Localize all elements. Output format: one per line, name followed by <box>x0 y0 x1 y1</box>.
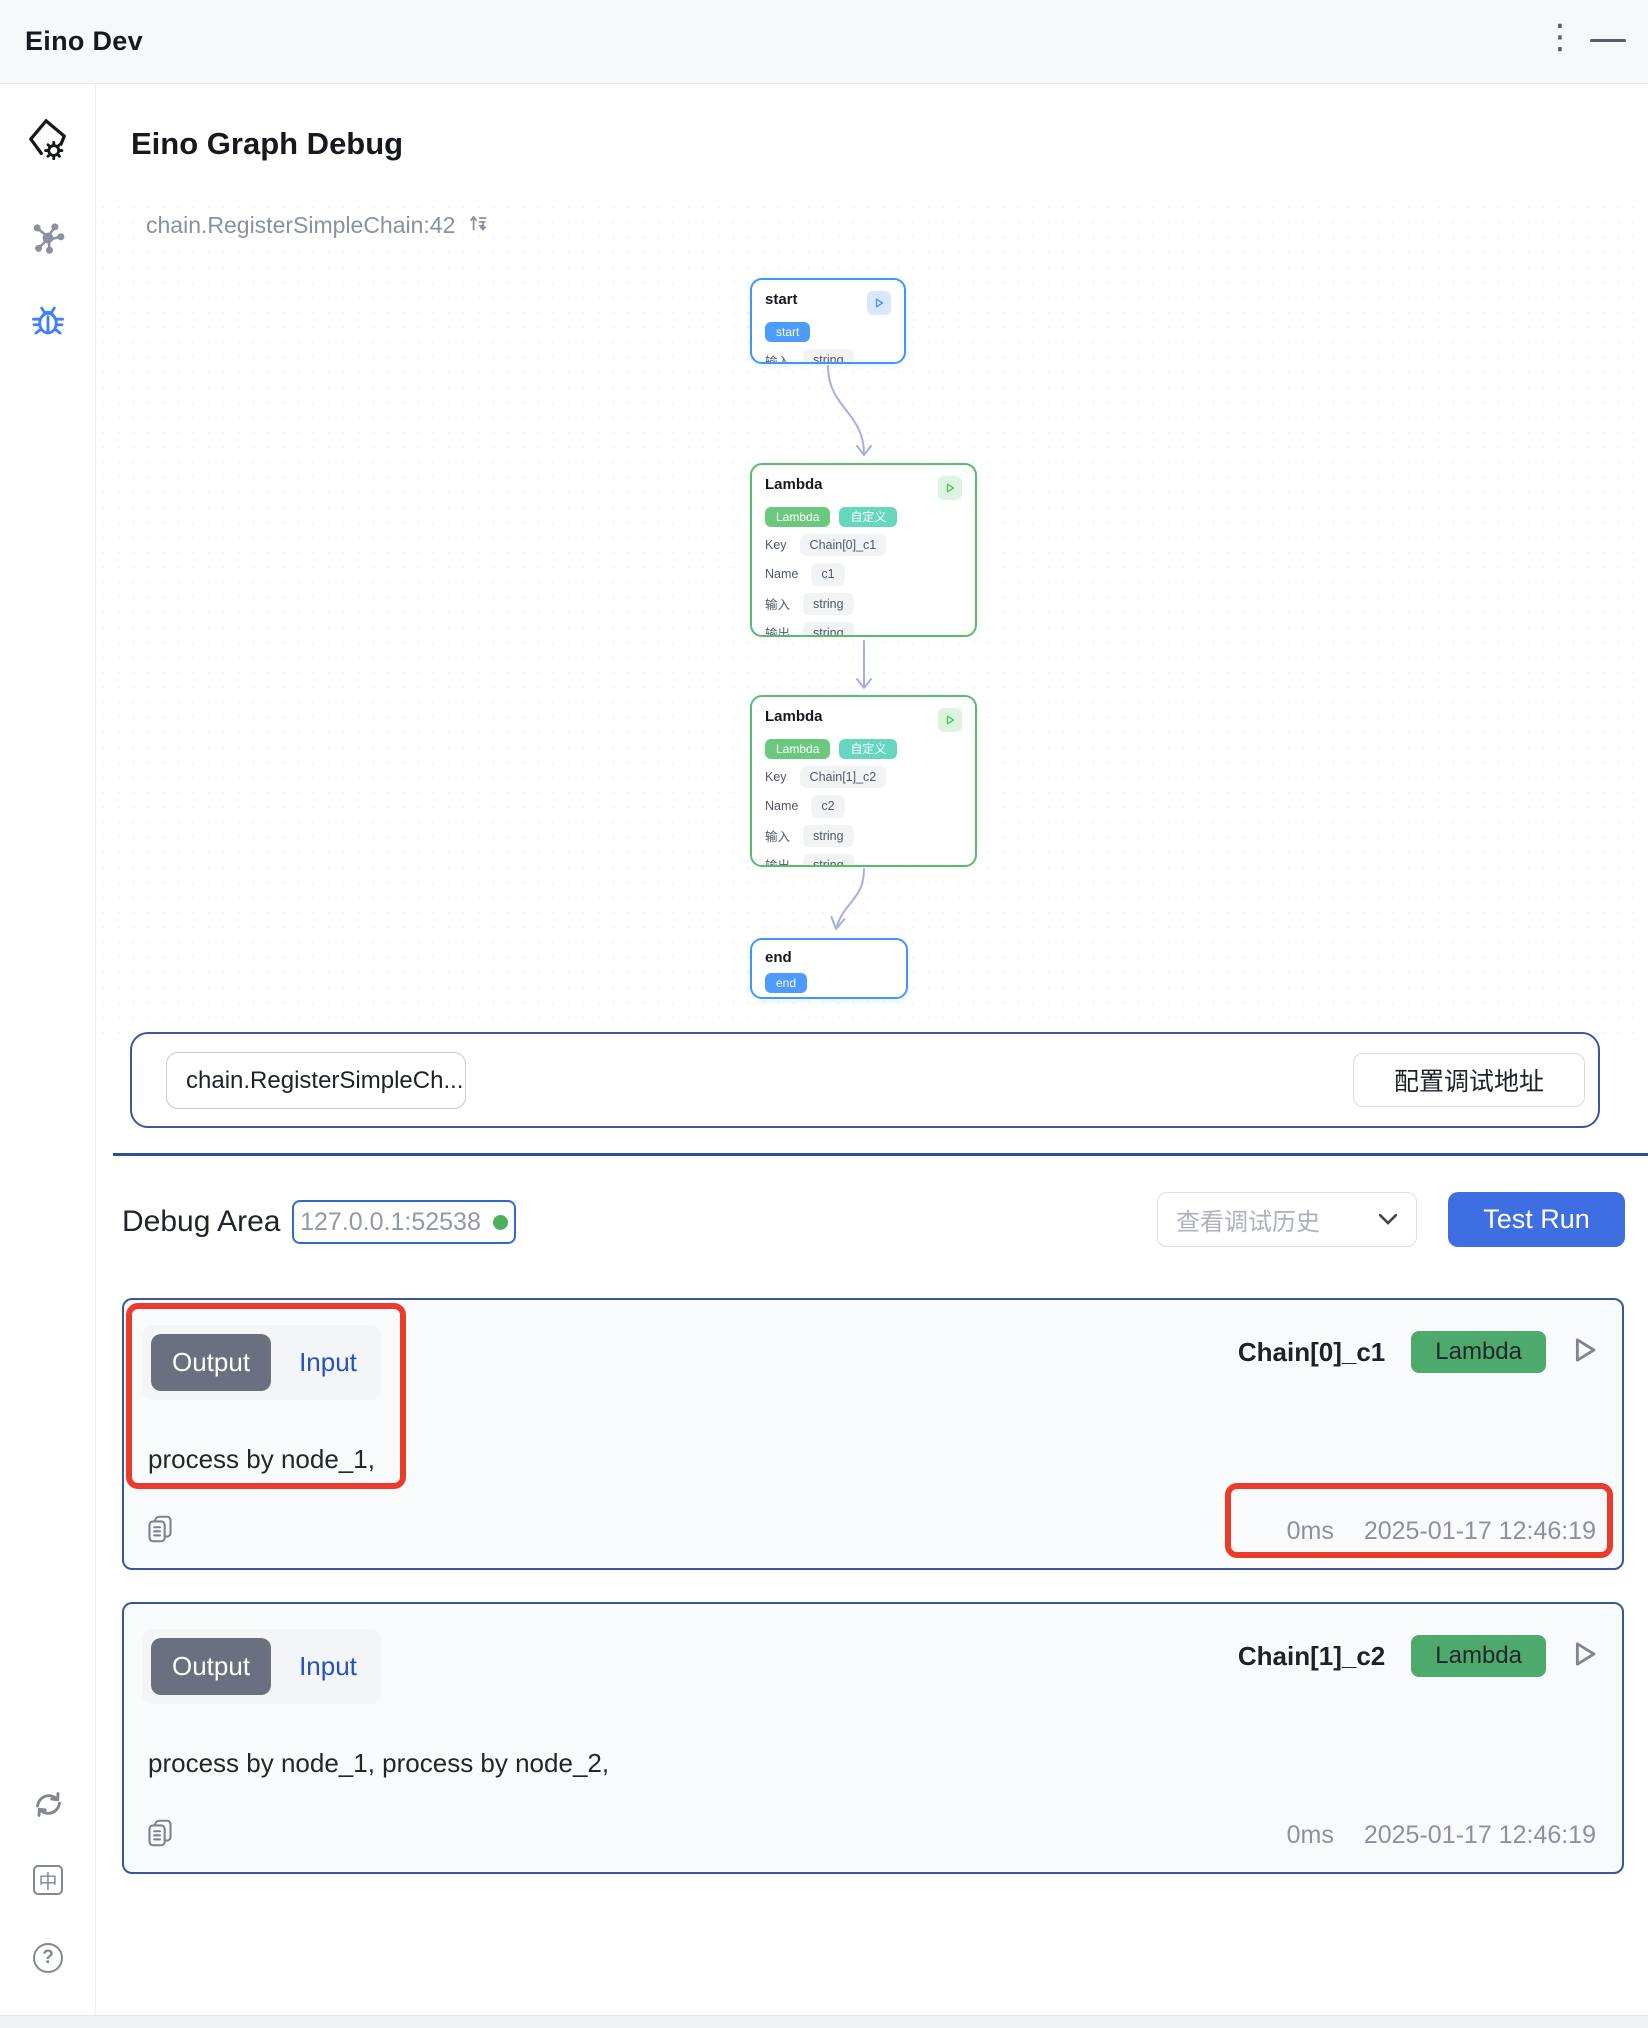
node-row-label: 输入 <box>765 351 790 364</box>
node-row-value: string <box>803 825 854 847</box>
run-timestamp: 2025-01-17 12:46:19 <box>1364 1517 1596 1546</box>
copy-icon[interactable] <box>146 1817 174 1854</box>
kebab-menu-icon[interactable]: ⋮ <box>1543 20 1577 54</box>
run-play-icon[interactable] <box>1572 1640 1598 1673</box>
test-run-button[interactable]: Test Run <box>1448 1192 1625 1247</box>
status-online-dot <box>493 1215 508 1230</box>
node-badge-lambda: Lambda <box>765 739 830 759</box>
help-icon-glyph: ? <box>42 1947 54 1969</box>
node-row-value: Chain[0]_c1 <box>800 534 887 556</box>
chain-select-value: chain.RegisterSimpleCh... <box>186 1067 463 1095</box>
window-bottom-edge <box>0 2015 1648 2028</box>
output-input-tabs: Output Input <box>142 1629 381 1704</box>
output-input-tabs: Output Input <box>142 1325 381 1400</box>
node-row-label: 输出 <box>765 855 790 867</box>
run-output-text: process by node_1, <box>148 1444 375 1475</box>
node-row-label: Key <box>765 770 787 784</box>
node-badge: start <box>765 322 810 342</box>
node-row-value: string <box>803 622 854 637</box>
debug-history-dropdown[interactable]: 查看调试历史 <box>1157 1192 1417 1247</box>
page-title: Eino Graph Debug <box>131 126 403 162</box>
run-type-badge: Lambda <box>1411 1331 1546 1373</box>
debug-area-title: Debug Area <box>122 1205 280 1239</box>
tab-output[interactable]: Output <box>151 1334 271 1391</box>
run-card-1: Output Input Chain[0]_c1 Lambda process … <box>122 1298 1624 1570</box>
tab-output[interactable]: Output <box>151 1638 271 1695</box>
help-icon[interactable]: ? <box>26 1936 70 1980</box>
node-row-value: c2 <box>811 795 844 817</box>
debug-bug-icon[interactable] <box>26 298 70 342</box>
tab-input[interactable]: Input <box>299 1651 357 1682</box>
node-row-value: string <box>803 854 854 867</box>
node-row-label: 输入 <box>765 826 790 845</box>
node-run-icon[interactable] <box>938 476 962 500</box>
node-run-icon[interactable] <box>938 708 962 732</box>
run-play-icon[interactable] <box>1572 1336 1598 1369</box>
run-type-badge: Lambda <box>1411 1635 1546 1677</box>
section-divider <box>113 1153 1648 1156</box>
run-duration: 0ms <box>1287 1821 1334 1850</box>
node-title: Lambda <box>765 708 823 725</box>
chain-select-dropdown[interactable]: chain.RegisterSimpleCh... <box>166 1052 466 1109</box>
graph-node-lambda1[interactable]: Lambda Lambda 自定义 KeyChain[0]_c1 Namec1 … <box>750 463 977 637</box>
debug-history-label: 查看调试历史 <box>1176 1202 1320 1237</box>
language-icon-glyph: 中 <box>38 1867 57 1894</box>
node-row-value: Chain[1]_c2 <box>800 766 887 788</box>
node-row-value: string <box>803 593 854 615</box>
run-card-2: Output Input Chain[1]_c2 Lambda process … <box>122 1602 1624 1874</box>
run-output-text: process by node_1, process by node_2, <box>148 1748 609 1779</box>
node-badge-custom: 自定义 <box>839 507 897 527</box>
graph-node-start[interactable]: start start 输入 string <box>750 278 906 364</box>
debug-address-badge: 127.0.0.1:52538 <box>292 1200 516 1244</box>
node-row-label: 输出 <box>765 623 790 637</box>
eino-logo-icon <box>26 118 70 162</box>
run-timestamp: 2025-01-17 12:46:19 <box>1364 1821 1596 1850</box>
refresh-icon[interactable] <box>26 1782 70 1826</box>
debug-address: 127.0.0.1:52538 <box>300 1208 481 1237</box>
app-title: Eino Dev <box>25 26 143 57</box>
node-badge-custom: 自定义 <box>839 739 897 759</box>
run-node-name: Chain[0]_c1 <box>1238 1337 1385 1368</box>
node-row-label: Name <box>765 799 798 813</box>
run-duration: 0ms <box>1287 1517 1334 1546</box>
node-row-label: Name <box>765 567 798 581</box>
chevron-down-icon <box>1378 1213 1398 1226</box>
node-title: start <box>765 291 798 308</box>
window-titlebar <box>0 0 1648 84</box>
node-row-value: c1 <box>811 563 844 585</box>
node-row-value: string <box>803 349 854 364</box>
minimize-icon[interactable] <box>1590 39 1626 42</box>
graph-node-end[interactable]: end end <box>750 938 908 999</box>
run-node-name: Chain[1]_c2 <box>1238 1641 1385 1672</box>
node-row-label: Key <box>765 538 787 552</box>
language-icon[interactable]: 中 <box>26 1858 70 1902</box>
configure-debug-address-label: 配置调试地址 <box>1394 1062 1544 1098</box>
node-run-icon[interactable] <box>867 291 891 315</box>
node-badge: end <box>765 973 807 993</box>
tab-input[interactable]: Input <box>299 1347 357 1378</box>
node-badge-lambda: Lambda <box>765 507 830 527</box>
configure-debug-address-button[interactable]: 配置调试地址 <box>1353 1053 1585 1107</box>
copy-icon[interactable] <box>146 1513 174 1550</box>
graph-view-icon[interactable] <box>26 216 70 260</box>
test-run-label: Test Run <box>1483 1204 1590 1235</box>
node-title: end <box>765 949 792 966</box>
graph-node-lambda2[interactable]: Lambda Lambda 自定义 KeyChain[1]_c2 Namec2 … <box>750 695 977 867</box>
node-title: Lambda <box>765 476 823 493</box>
node-row-label: 输入 <box>765 594 790 613</box>
